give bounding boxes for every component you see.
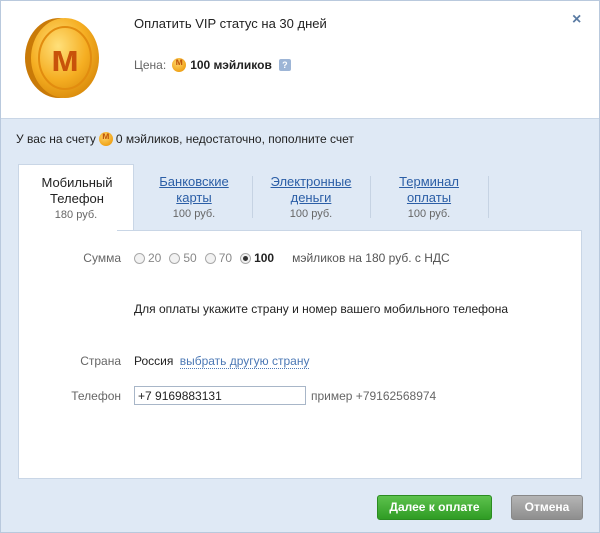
price-row: Цена: 100 мэйликов ? [134, 57, 291, 72]
phone-input[interactable] [134, 386, 306, 405]
mailik-coin-small-icon [98, 131, 113, 146]
tab-mobile-phone[interactable]: Мобильный Телефон 180 руб. [18, 164, 134, 231]
price-label: Цена: [134, 58, 167, 72]
dialog-header: м Оплатить VIP статус на 30 дней × Цена:… [1, 1, 599, 119]
radio-button[interactable] [169, 252, 181, 264]
tab-label: Электронные деньги [270, 174, 352, 205]
sum-description: мэйликов на 180 руб. с НДС [292, 251, 450, 265]
radio-button[interactable] [134, 252, 145, 264]
radio-button-checked[interactable] [240, 252, 252, 264]
phone-label: Телефон [71, 389, 121, 403]
tab-label: Терминал оплаты [399, 174, 459, 205]
mailik-coin-small-icon [172, 57, 187, 72]
panel-border [117, 230, 582, 231]
balance-prefix: У вас на счету [16, 132, 96, 146]
tab-price: 100 руб. [172, 208, 216, 220]
sum-option-100[interactable]: 100 [240, 251, 274, 265]
sum-option-70[interactable]: 70 [204, 251, 233, 265]
sum-label: Сумма [83, 251, 121, 265]
tab-bank-cards[interactable]: Банковские карты 100 руб. [138, 164, 250, 231]
sum-option-label: 70 [218, 251, 233, 265]
country-row: Россия выбрать другую страну [134, 354, 310, 369]
sum-option-50[interactable]: 50 [169, 251, 197, 265]
svg-text:м: м [51, 38, 79, 80]
tab-electronic-money[interactable]: Электронные деньги 100 руб. [254, 164, 368, 231]
sum-options: 20 50 70 100 мэйликов на 180 руб. с НДС [134, 251, 450, 265]
cancel-button[interactable]: Отмена [511, 495, 583, 520]
payment-method-tabs: Мобильный Телефон 180 руб. Банковские ка… [18, 164, 582, 231]
close-icon[interactable]: × [572, 11, 581, 29]
tab-divider [252, 176, 253, 218]
vip-payment-dialog: м Оплатить VIP статус на 30 дней × Цена:… [0, 0, 600, 533]
country-value: Россия [134, 354, 174, 368]
change-country-link[interactable]: выбрать другую страну [179, 354, 310, 369]
payment-instruction: Для оплаты укажите страну и номер вашего… [134, 302, 509, 316]
balance-text: 0 мэйликов, недостаточно, пополните счет [115, 132, 354, 146]
tab-price: 180 руб. [54, 209, 98, 221]
tab-label: Мобильный Телефон [41, 175, 113, 206]
sum-option-20[interactable]: 20 [134, 251, 161, 265]
tab-divider [370, 176, 371, 218]
radio-button[interactable] [204, 252, 216, 264]
tab-label: Банковские карты [159, 174, 229, 205]
sum-option-label: 20 [148, 251, 162, 265]
mailik-coin-icon: м [25, 18, 99, 98]
tab-price: 100 руб. [289, 208, 333, 220]
balance-info: У вас на счету 0 мэйликов, недостаточно,… [16, 131, 354, 146]
tab-divider [488, 176, 489, 218]
continue-to-payment-button[interactable]: Далее к оплате [377, 495, 492, 520]
phone-example: пример +79162568974 [311, 389, 437, 403]
price-value: 100 мэйликов [190, 58, 272, 72]
sum-option-label: 50 [183, 251, 197, 265]
help-icon[interactable]: ? [278, 59, 291, 71]
tab-payment-terminal[interactable]: Терминал оплаты 100 руб. [372, 164, 486, 231]
country-label: Страна [80, 354, 121, 368]
dialog-title: Оплатить VIP статус на 30 дней [134, 16, 327, 31]
sum-option-label: 100 [254, 251, 275, 265]
tab-price: 100 руб. [407, 208, 451, 220]
